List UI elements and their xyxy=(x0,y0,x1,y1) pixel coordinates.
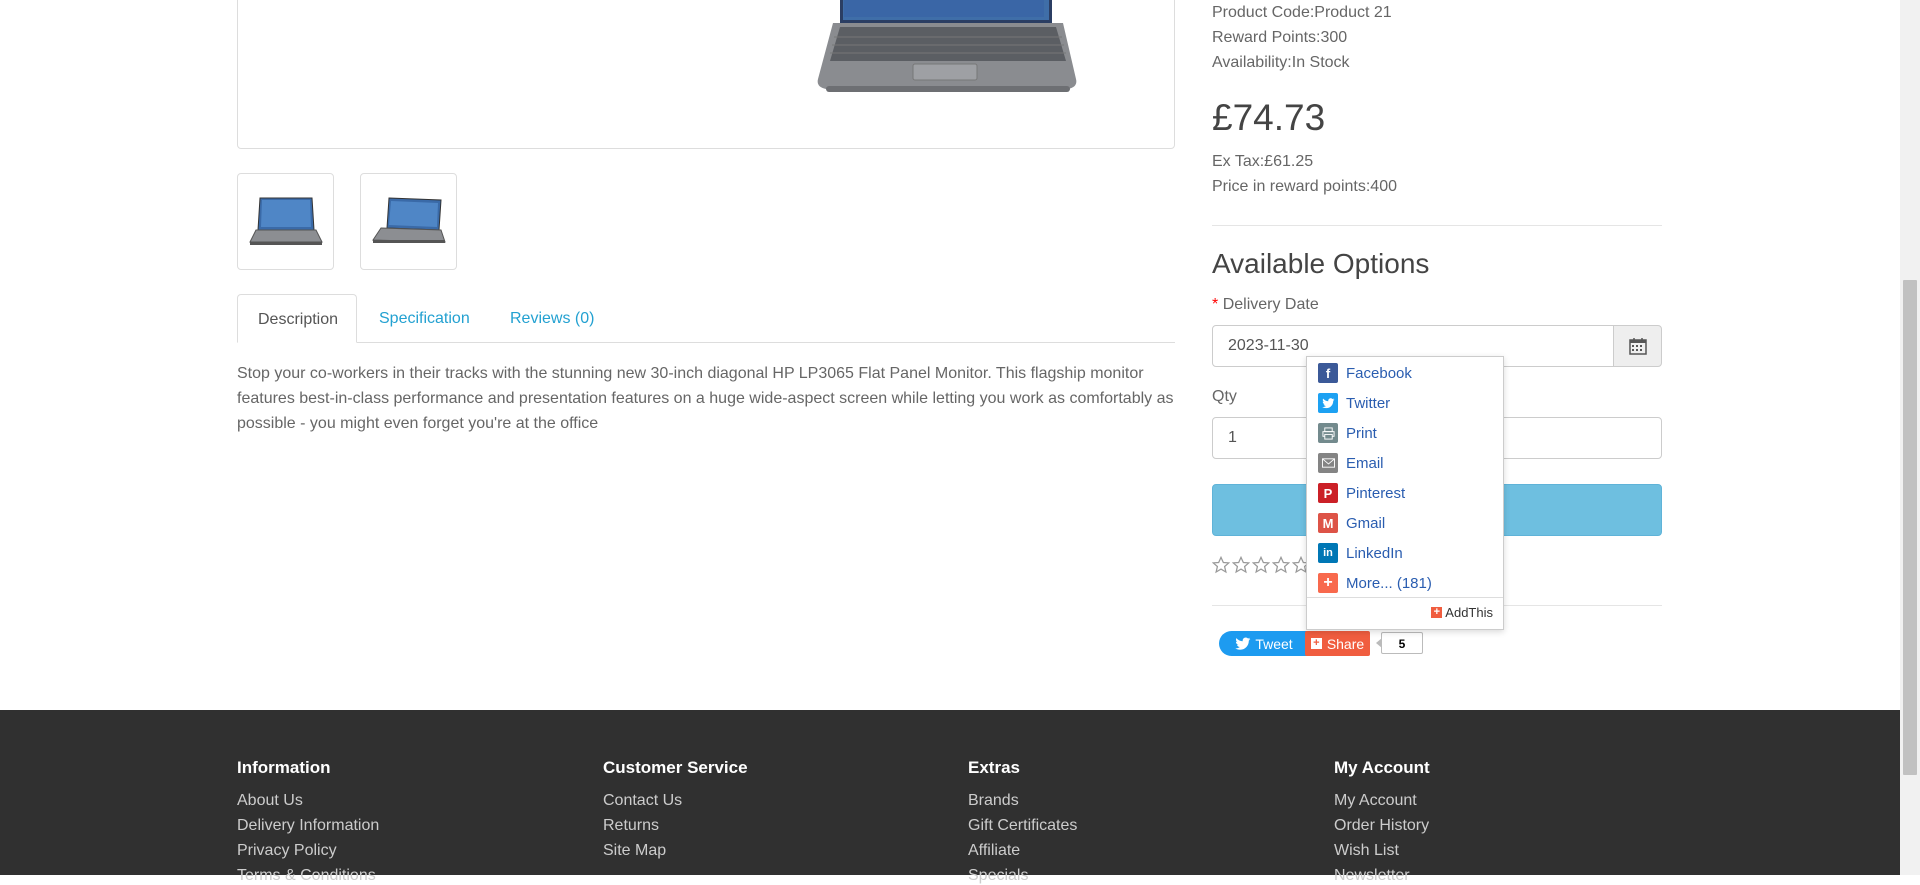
share-item-label: Facebook xyxy=(1346,364,1412,382)
laptop-thumbnail-icon xyxy=(371,196,446,243)
star-empty-icon xyxy=(1272,556,1290,574)
footer-link[interactable]: Returns xyxy=(603,817,659,835)
email-icon xyxy=(1318,453,1338,473)
laptop-thumbnail-icon xyxy=(248,197,323,245)
share-label: Share xyxy=(1326,635,1365,652)
gmail-icon: M xyxy=(1318,513,1338,533)
reward-points: Reward Points:300 xyxy=(1212,29,1348,46)
footer-link[interactable]: Privacy Policy xyxy=(237,842,337,860)
footer-heading-information: Information xyxy=(237,758,331,777)
footer-link[interactable]: Brands xyxy=(968,792,1019,810)
share-linkedin[interactable]: in LinkedIn xyxy=(1318,542,1403,564)
print-icon xyxy=(1318,423,1338,443)
footer-heading-customer-service: Customer Service xyxy=(603,758,748,777)
facebook-icon: f xyxy=(1318,363,1338,383)
laptop-image xyxy=(817,0,1077,92)
linkedin-icon: in xyxy=(1318,543,1338,563)
twitter-icon xyxy=(1318,393,1338,413)
share-print[interactable]: Print xyxy=(1318,422,1377,444)
options-heading: Available Options xyxy=(1212,248,1430,279)
product-code: Product Code:Product 21 xyxy=(1212,4,1392,21)
star-empty-icon xyxy=(1212,556,1230,574)
tweet-label: Tweet xyxy=(1255,635,1293,652)
footer-link[interactable]: Contact Us xyxy=(603,792,682,810)
share-dropdown: f Facebook Twitter Print Email P Pintere… xyxy=(1306,356,1504,630)
share-twitter[interactable]: Twitter xyxy=(1318,392,1390,414)
footer-link[interactable]: Affiliate xyxy=(968,842,1020,860)
addthis-icon: + xyxy=(1431,607,1443,618)
main-product-image[interactable] xyxy=(237,0,1175,149)
footer-link[interactable]: Order History xyxy=(1334,817,1429,835)
product-tabs: Description Specification Reviews (0) xyxy=(237,294,1175,343)
scrollbar-thumb[interactable] xyxy=(1903,280,1917,775)
tab-specification[interactable]: Specification xyxy=(359,294,490,342)
calendar-button[interactable] xyxy=(1613,325,1662,367)
footer-link[interactable]: Wish List xyxy=(1334,842,1399,860)
thumbnail-1[interactable] xyxy=(237,173,334,270)
star-empty-icon xyxy=(1232,556,1250,574)
share-email[interactable]: Email xyxy=(1318,452,1384,474)
footer-link[interactable]: Gift Certificates xyxy=(968,817,1077,835)
tweet-button[interactable]: Tweet xyxy=(1219,631,1309,656)
share-more[interactable]: + More... (181) xyxy=(1318,572,1432,594)
footer-link[interactable]: Newsletter xyxy=(1334,867,1410,885)
footer-heading-extras: Extras xyxy=(968,758,1020,777)
price-reward-points: Price in reward points:400 xyxy=(1212,178,1397,195)
qty-label: Qty xyxy=(1212,388,1237,405)
divider xyxy=(1212,225,1662,226)
footer-link[interactable]: About Us xyxy=(237,792,303,810)
ex-tax: Ex Tax:£61.25 xyxy=(1212,153,1314,170)
footer-heading-my-account: My Account xyxy=(1334,758,1430,777)
pinterest-icon: P xyxy=(1318,483,1338,503)
share-gmail[interactable]: M Gmail xyxy=(1318,512,1385,534)
addthis-label: AddThis xyxy=(1445,605,1493,620)
share-item-label: Email xyxy=(1346,454,1384,472)
share-facebook[interactable]: f Facebook xyxy=(1318,362,1412,384)
star-empty-icon xyxy=(1252,556,1270,574)
tab-reviews[interactable]: Reviews (0) xyxy=(490,294,614,342)
addthis-logo[interactable]: + AddThis xyxy=(1431,605,1493,620)
share-pinterest[interactable]: P Pinterest xyxy=(1318,482,1405,504)
plus-icon: + xyxy=(1318,573,1338,593)
tab-description[interactable]: Description xyxy=(237,294,357,343)
footer-link[interactable]: Delivery Information xyxy=(237,817,379,835)
product-description: Stop your co-workers in their tracks wit… xyxy=(237,365,1174,432)
share-item-label: Twitter xyxy=(1346,394,1391,412)
delivery-date-label: * Delivery Date xyxy=(1212,296,1319,313)
twitter-bird-icon xyxy=(1235,637,1251,650)
price: £74.73 xyxy=(1212,97,1326,138)
footer-link[interactable]: Terms & Conditions xyxy=(237,867,376,885)
footer-link[interactable]: Specials xyxy=(968,867,1028,885)
share-button[interactable]: + Share xyxy=(1305,631,1370,656)
divider xyxy=(1307,597,1503,598)
required-mark: * xyxy=(1212,296,1219,313)
calendar-icon xyxy=(1628,338,1647,355)
footer-link[interactable]: Site Map xyxy=(603,842,666,860)
thumbnail-2[interactable] xyxy=(360,173,457,270)
share-item-label: Print xyxy=(1346,424,1377,442)
share-count: 5 xyxy=(1376,632,1423,654)
footer-link[interactable]: My Account xyxy=(1334,792,1417,810)
share-item-label: LinkedIn xyxy=(1346,544,1403,562)
rating-stars xyxy=(1212,556,1310,574)
share-item-label: Pinterest xyxy=(1346,484,1406,502)
share-item-label: Gmail xyxy=(1346,514,1386,532)
plus-icon: + xyxy=(1310,638,1322,649)
availability: Availability:In Stock xyxy=(1212,54,1350,71)
share-item-label: More... (181) xyxy=(1346,574,1432,592)
